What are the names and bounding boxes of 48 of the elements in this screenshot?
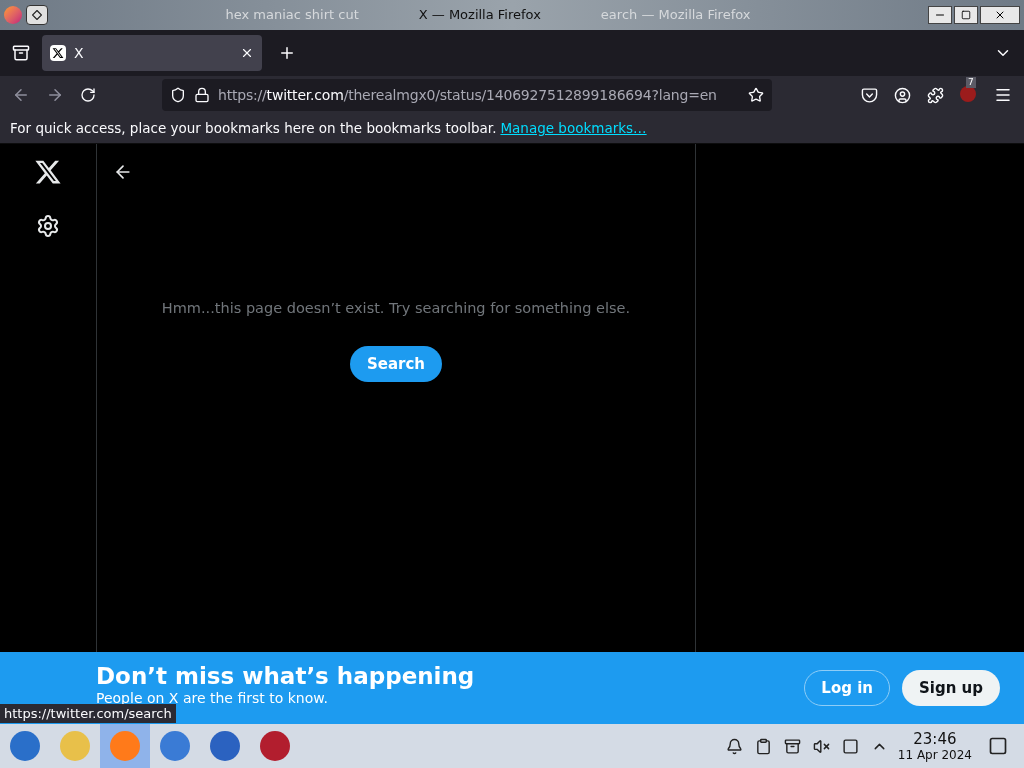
clock-time: 23:46: [913, 730, 957, 748]
maximize-button[interactable]: [954, 6, 978, 24]
not-found-message: Hmm...this page doesn’t exist. Try searching for something else.: [161, 299, 631, 318]
close-button[interactable]: [980, 6, 1020, 24]
x-logo-icon: [34, 158, 62, 186]
globe-icon: [210, 731, 240, 761]
address-field[interactable]: https://twitter.com/therealmgx0/status/1406927512899186694?lang=en: [162, 79, 772, 111]
url-text: https://twitter.com/therealmgx0/status/1406927512899186694?lang=en: [218, 85, 717, 105]
pocket-icon[interactable]: [861, 86, 878, 104]
browser-icon: [110, 731, 140, 761]
background-window-title: earch — Mozilla Firefox: [600, 6, 751, 25]
back-icon[interactable]: [12, 86, 30, 104]
window-title: X — Mozilla Firefox: [418, 6, 541, 25]
menu-icon[interactable]: [994, 86, 1012, 104]
extension-badge: 7: [966, 77, 976, 88]
forward-icon[interactable]: [46, 86, 64, 104]
maximize-icon: [961, 10, 971, 20]
banner-subtitle: People on X are the first to know.: [96, 690, 329, 706]
minimize-button[interactable]: [928, 6, 952, 24]
banner-title: Don’t miss what’s happening: [96, 662, 476, 690]
manage-bookmarks-link[interactable]: Manage bookmarks…: [500, 118, 647, 139]
background-window-title: hex maniac shirt cut: [225, 6, 359, 25]
clock-date: 11 Apr 2024: [897, 747, 972, 762]
extensions-icon[interactable]: [927, 86, 944, 104]
diamond-icon: [32, 10, 42, 20]
show-desktop-icon[interactable]: [988, 736, 1008, 756]
muted-speaker-icon[interactable]: [812, 737, 830, 755]
browser-icon: [4, 6, 22, 24]
x-logo-icon: [52, 47, 64, 59]
tab-list-icon[interactable]: [12, 44, 30, 62]
new-tab-icon[interactable]: [278, 44, 296, 62]
settings-icon[interactable]: [36, 214, 60, 238]
start-orb-icon: [10, 731, 40, 761]
bookmarks-message: For quick access, place your bookmarks here on the bookmarks toolbar.: [10, 119, 497, 139]
link-status-tooltip: https://twitter.com/search: [0, 704, 176, 723]
reload-icon[interactable]: [80, 87, 96, 103]
bell-icon[interactable]: [725, 737, 743, 755]
sign-up-button[interactable]: Sign up: [902, 670, 1000, 706]
account-icon[interactable]: [894, 86, 911, 104]
window-menu-button[interactable]: [26, 5, 48, 25]
close-tab-icon[interactable]: [240, 46, 254, 60]
close-icon: [994, 9, 1006, 21]
shield-icon: [170, 87, 186, 103]
browser-tab[interactable]: X: [42, 35, 262, 71]
clipboard-icon[interactable]: [754, 737, 772, 755]
lock-icon: [194, 87, 210, 103]
star-icon[interactable]: [748, 87, 764, 103]
tab-title: X: [74, 43, 85, 63]
